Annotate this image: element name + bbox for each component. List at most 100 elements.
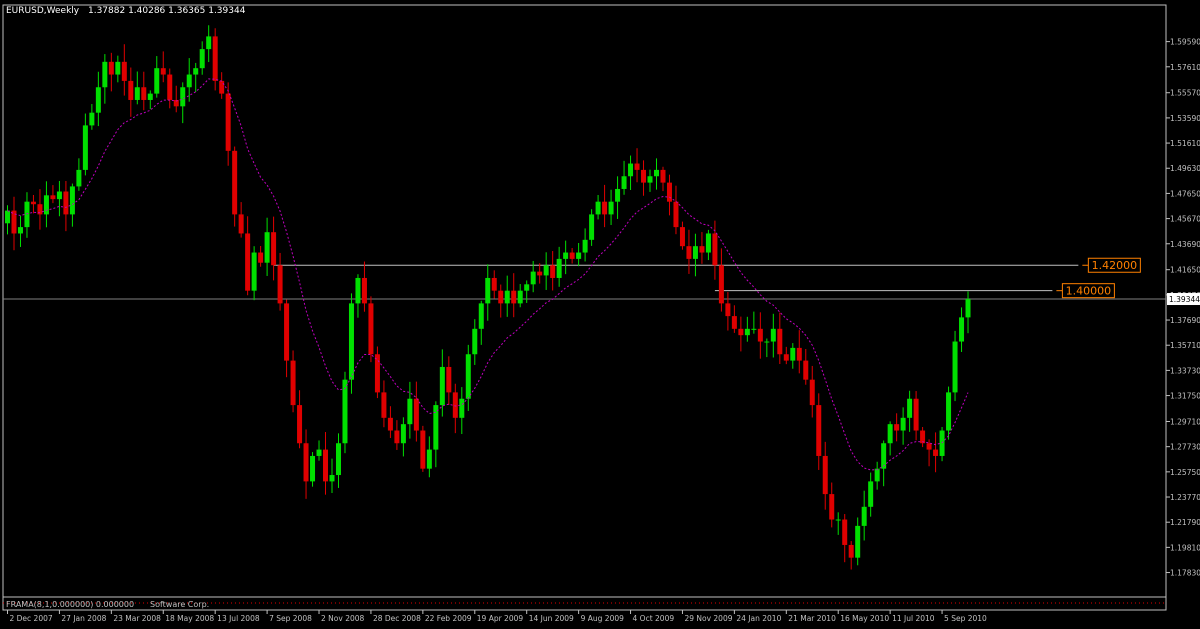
candle-body-98 bbox=[641, 169, 647, 183]
candle-body-38 bbox=[251, 252, 257, 291]
candle-body-103 bbox=[673, 201, 679, 228]
candle-body-29 bbox=[193, 68, 199, 75]
candle-body-115 bbox=[751, 328, 757, 330]
candle-body-22 bbox=[147, 93, 153, 100]
y-tick-label-14: 1.31750 bbox=[1170, 392, 1200, 401]
x-tick-label-10: 14 Jun 2009 bbox=[529, 614, 574, 623]
candle-body-129 bbox=[842, 519, 848, 545]
x-tick-label-1: 27 Jan 2008 bbox=[61, 614, 106, 623]
ohlc-values: 1.37882 1.40286 1.36365 1.39344 bbox=[88, 6, 246, 16]
candle-body-53 bbox=[348, 303, 354, 380]
candle-body-51 bbox=[335, 443, 341, 476]
candle-body-32 bbox=[212, 36, 218, 81]
x-tick-label-4: 13 Jul 2008 bbox=[217, 614, 260, 623]
indicator-label: FRAMA(8,1,0.000000) 0.000000 bbox=[6, 600, 134, 609]
y-tick-label-5: 1.49630 bbox=[1170, 164, 1200, 173]
price-chart[interactable]: 1.59590 1.57610 1.55570 1.53590 1.51610 1.496… bbox=[0, 0, 1200, 625]
candle-body-0 bbox=[5, 210, 10, 224]
current-price-label: 1.39344 bbox=[1169, 295, 1200, 304]
candle-body-133 bbox=[868, 481, 874, 507]
candle-body-106 bbox=[692, 246, 698, 259]
candle-body-143 bbox=[933, 449, 939, 456]
candle-body-101 bbox=[660, 169, 666, 183]
candle-body-118 bbox=[770, 328, 776, 342]
candle-body-142 bbox=[926, 443, 932, 450]
candle-body-34 bbox=[225, 93, 231, 151]
candle-body-139 bbox=[907, 398, 913, 418]
candle-body-134 bbox=[874, 468, 880, 482]
candle-body-117 bbox=[764, 341, 770, 343]
candle-body-122 bbox=[796, 347, 802, 361]
candle-body-25 bbox=[167, 74, 173, 100]
candle-body-90 bbox=[589, 214, 595, 240]
candle-body-70 bbox=[459, 398, 465, 418]
candle-body-79 bbox=[517, 290, 523, 304]
candle-body-68 bbox=[446, 366, 452, 393]
candle-body-73 bbox=[478, 303, 484, 329]
candle-body-58 bbox=[381, 392, 387, 418]
candle-body-136 bbox=[887, 424, 893, 444]
candle-body-96 bbox=[628, 163, 634, 177]
candle-body-85 bbox=[556, 258, 562, 278]
x-tick-label-2: 23 Mar 2008 bbox=[113, 614, 161, 623]
candle-body-124 bbox=[809, 379, 815, 406]
y-tick-label-9: 1.41650 bbox=[1170, 266, 1200, 275]
candle-body-123 bbox=[803, 360, 809, 380]
candle-body-69 bbox=[452, 392, 458, 418]
candle-body-131 bbox=[855, 525, 861, 558]
candle-body-93 bbox=[608, 201, 614, 215]
candle-body-57 bbox=[374, 354, 380, 393]
candle-body-52 bbox=[342, 379, 348, 444]
candle-64 bbox=[420, 425, 426, 472]
candle-body-64 bbox=[420, 430, 426, 469]
candle-body-61 bbox=[400, 424, 406, 444]
y-tick-label-6: 1.47650 bbox=[1170, 189, 1200, 198]
chart-header: EURUSD,Weekly 1.37882 1.40286 1.36365 1.… bbox=[6, 6, 246, 16]
candle-body-130 bbox=[848, 544, 854, 558]
candle-body-31 bbox=[206, 36, 212, 50]
candle-body-66 bbox=[433, 405, 439, 450]
level-label-1: 1.40000 bbox=[1066, 285, 1112, 298]
candle-body-43 bbox=[284, 303, 290, 361]
candle-body-30 bbox=[199, 49, 205, 69]
candle-body-147 bbox=[959, 317, 965, 342]
candle-body-120 bbox=[783, 354, 789, 361]
candle-body-77 bbox=[504, 290, 510, 304]
candle-body-46 bbox=[303, 443, 309, 482]
candle-body-62 bbox=[407, 398, 413, 425]
candle-body-116 bbox=[757, 328, 763, 342]
candle-body-39 bbox=[258, 252, 264, 263]
y-tick-label-11: 1.37690 bbox=[1170, 316, 1200, 325]
candle-body-145 bbox=[946, 392, 952, 431]
candle-body-148 bbox=[965, 299, 971, 318]
y-tick-label-0: 1.59590 bbox=[1170, 38, 1200, 47]
candle-body-45 bbox=[297, 405, 303, 444]
candle-body-6 bbox=[43, 195, 49, 215]
x-tick-label-9: 19 Apr 2009 bbox=[477, 614, 524, 623]
y-tick-label-17: 1.25750 bbox=[1170, 468, 1200, 477]
candle-body-91 bbox=[595, 201, 601, 215]
candle-body-13 bbox=[89, 112, 95, 126]
x-tick-label-16: 16 May 2010 bbox=[840, 614, 889, 623]
candle-body-40 bbox=[264, 232, 270, 263]
candle-body-94 bbox=[615, 188, 621, 202]
candle-body-104 bbox=[679, 227, 685, 247]
chart-root: 1.59590 1.57610 1.55570 1.53590 1.51610 1.496… bbox=[0, 0, 1200, 625]
candle-body-23 bbox=[154, 68, 160, 94]
x-tick-label-6: 2 Nov 2008 bbox=[321, 614, 364, 623]
candle-body-92 bbox=[602, 201, 608, 215]
candle-body-59 bbox=[387, 417, 393, 431]
candle-body-80 bbox=[524, 284, 530, 291]
candle-body-16 bbox=[108, 61, 114, 75]
y-tick-label-19: 1.21790 bbox=[1170, 518, 1200, 527]
candle-body-83 bbox=[543, 265, 549, 276]
y-tick-label-15: 1.29710 bbox=[1170, 418, 1200, 427]
candle-body-108 bbox=[705, 233, 711, 253]
candle-body-28 bbox=[186, 74, 192, 88]
candle-53 bbox=[348, 293, 354, 394]
candle-body-113 bbox=[738, 328, 744, 336]
candle-body-146 bbox=[952, 341, 958, 393]
candle-body-126 bbox=[822, 455, 828, 495]
x-tick-label-13: 29 Nov 2009 bbox=[684, 614, 732, 623]
candle-body-87 bbox=[569, 252, 575, 259]
